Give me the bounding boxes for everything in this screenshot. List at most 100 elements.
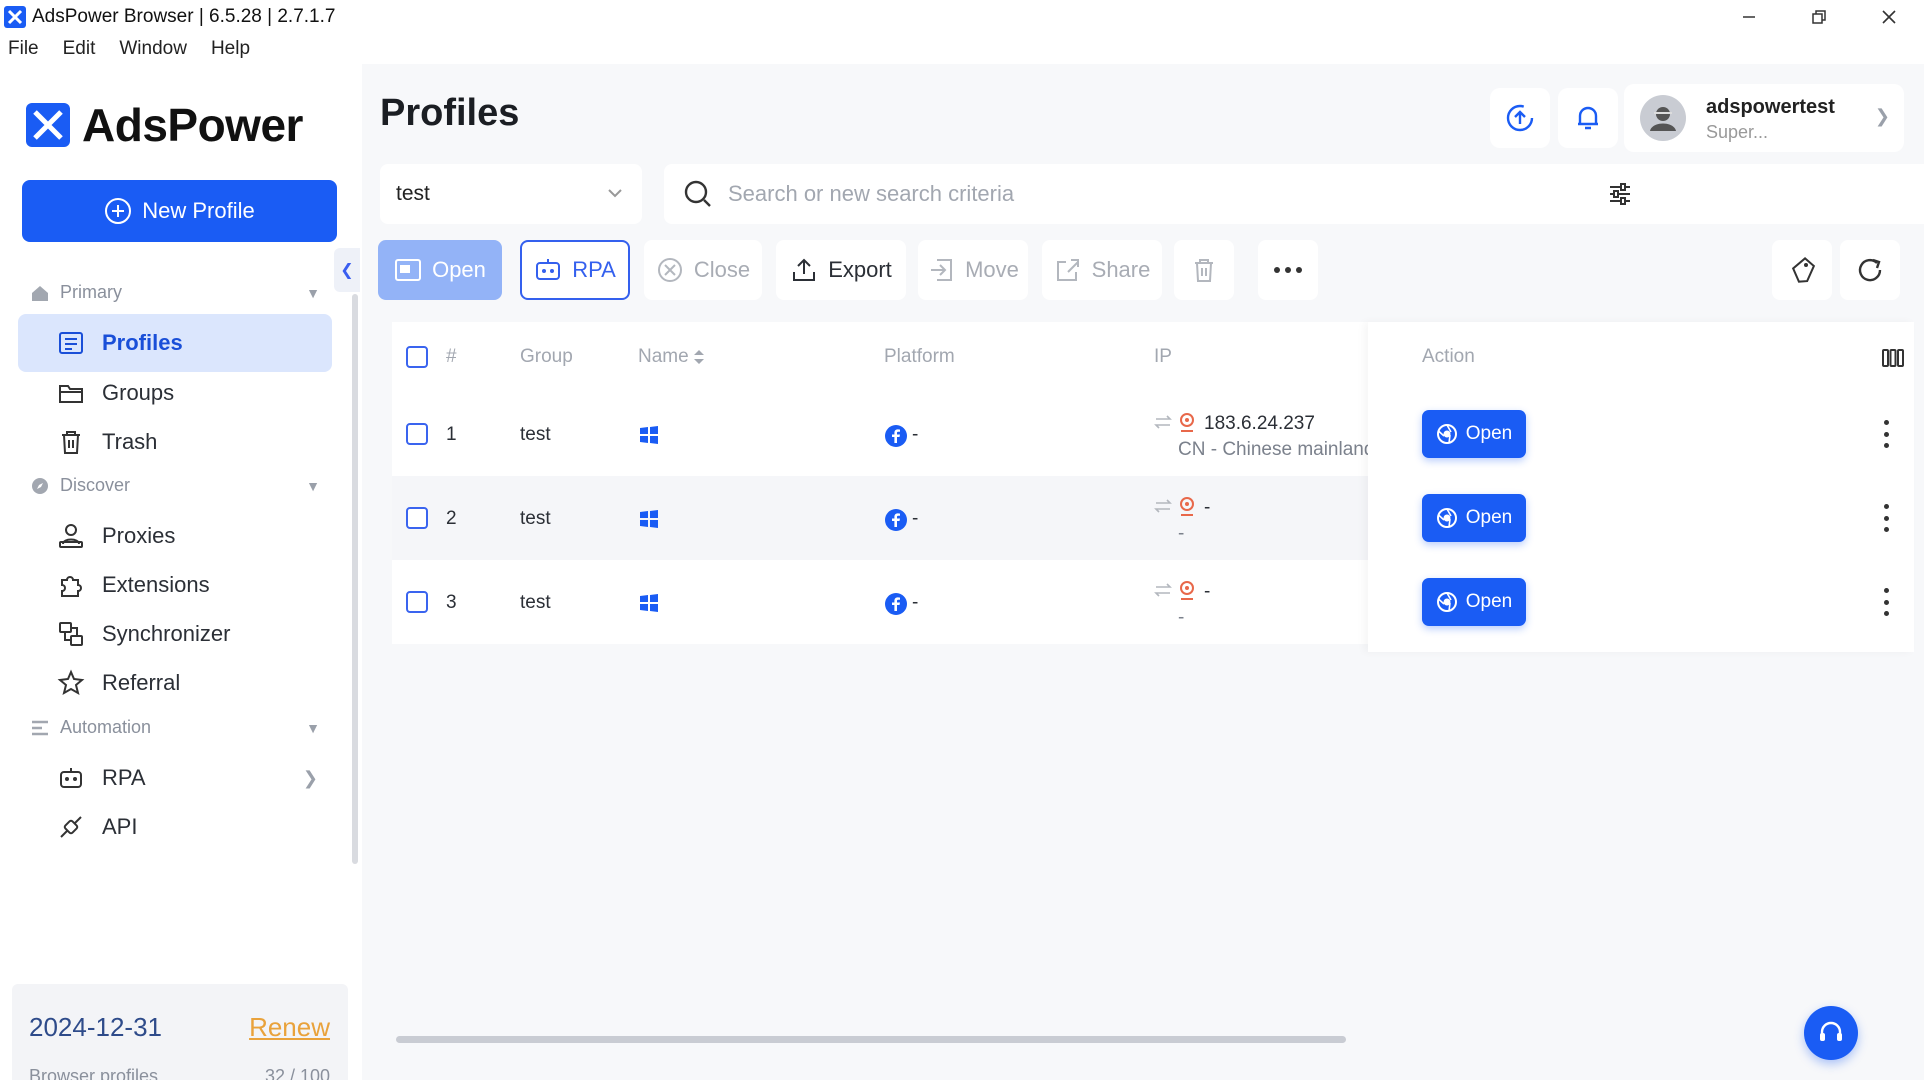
row-platform-text: - [912,424,919,445]
bell-icon [1578,106,1598,130]
move-button[interactable]: Move [918,240,1028,300]
bulk-open-button[interactable]: Open [378,240,502,300]
sidebar-item-api[interactable]: API [18,798,332,856]
close-window-button[interactable] [1854,0,1924,34]
browser-profiles-label: Browser profiles [29,1066,159,1080]
menu-bar: File Edit Window Help [0,34,266,64]
subscription-card: 2024-12-31 Renew Browser profiles 32 / 1… [12,984,348,1080]
row-open-label: Open [1465,507,1513,528]
minimize-button[interactable] [1714,0,1784,34]
menu-help[interactable]: Help [211,38,250,60]
column-header-name[interactable]: Name [638,346,689,368]
more-actions-button[interactable] [1258,240,1318,300]
sidebar-item-trash[interactable]: Trash [18,413,332,471]
sidebar-item-label: Trash [102,429,158,454]
window-title: AdsPower Browser | 6.5.28 | 2.7.1.7 [32,6,336,27]
refresh-icon [1858,258,1882,282]
restore-button[interactable] [1784,0,1854,34]
sidebar-item-label: RPA [102,765,146,790]
sidebar-item-label: Profiles [102,330,183,355]
cloud-sync-icon [1506,104,1534,132]
bulk-close-button[interactable]: Close [644,240,762,300]
close-circle-icon [657,258,682,282]
customer-support-button[interactable] [1804,1006,1858,1060]
app-logo-icon [4,6,26,28]
row-checkbox[interactable] [406,423,428,445]
tag-button[interactable] [1772,240,1832,300]
renew-link[interactable]: Renew [249,1012,330,1043]
filter-settings-icon[interactable] [1606,180,1634,208]
section-discover[interactable]: Discover ▼ [30,475,320,496]
row-more-button[interactable] [1876,500,1896,536]
swap-icon[interactable] [1154,498,1172,514]
columns-settings-icon[interactable] [1882,348,1904,368]
export-button[interactable]: Export [776,240,906,300]
trash-icon [56,427,86,457]
menu-window[interactable]: Window [119,38,187,60]
api-icon [56,812,86,842]
row-number: 2 [446,508,457,529]
chevron-down-icon [608,189,622,198]
facebook-icon [885,425,907,447]
minimize-icon [1743,16,1755,18]
sync-status-button[interactable] [1490,88,1550,148]
new-profile-label: New Profile [142,198,255,223]
row-open-button[interactable]: Open [1422,494,1526,542]
sidebar-item-label: Groups [102,380,175,405]
menu-edit[interactable]: Edit [63,38,96,60]
refresh-button[interactable] [1840,240,1900,300]
row-group: test [520,424,551,445]
section-label: Primary [60,282,122,302]
row-open-label: Open [1465,423,1513,444]
row-ip-address: - [1204,581,1211,602]
row-checkbox[interactable] [406,507,428,529]
row-ip-address: 183.6.24.237 [1204,413,1315,434]
expiry-date: 2024-12-31 [29,1012,162,1042]
row-more-button[interactable] [1876,416,1896,452]
share-icon [1056,259,1079,281]
menu-file[interactable]: File [8,38,39,60]
row-platform-text: - [912,592,919,613]
share-button[interactable]: Share [1042,240,1162,300]
user-role: Super... [1706,122,1769,142]
more-horizontal-icon [1274,267,1302,273]
search-icon [684,180,711,207]
select-all-checkbox[interactable] [406,346,428,368]
column-header-ip: IP [1154,346,1172,367]
restore-icon [1812,10,1826,24]
row-open-button[interactable]: Open [1422,410,1526,458]
page-title: Profiles [380,92,520,134]
delete-button[interactable] [1174,240,1234,300]
export-icon [793,258,816,281]
collapse-sidebar-button[interactable]: ❮ [334,248,360,292]
notifications-button[interactable] [1558,88,1618,148]
row-more-button[interactable] [1876,584,1896,620]
column-header-group[interactable]: Group [520,346,573,368]
table-horizontal-scrollbar[interactable] [396,1036,1346,1043]
location-pin-icon [1180,413,1194,432]
brand-name: AdsPower [82,99,303,151]
sidebar-item-referral[interactable]: Referral [18,654,332,712]
sort-icon[interactable] [692,348,706,366]
search-input[interactable] [728,181,1708,207]
move-label: Move [965,257,1019,282]
row-ip-location: - [1178,523,1185,544]
new-profile-button[interactable]: New Profile [22,180,337,242]
row-number: 1 [446,424,457,445]
row-open-button[interactable]: Open [1422,578,1526,626]
user-name: adspowertest [1706,96,1835,118]
group-select[interactable]: test [380,164,642,224]
bulk-open-label: Open [432,257,486,282]
row-checkbox[interactable] [406,591,428,613]
close-icon [1882,10,1896,24]
rpa-button[interactable]: RPA [520,240,630,300]
swap-icon[interactable] [1154,582,1172,598]
sidebar-scrollbar[interactable] [352,294,358,864]
swap-icon[interactable] [1154,414,1172,430]
section-primary[interactable]: Primary ▼ [30,282,320,303]
user-account-card[interactable]: adspowertest Super... ❯ [1624,84,1904,152]
sidebar-item-label: API [102,814,138,839]
chevron-down-icon: ▼ [306,477,320,494]
chevron-down-icon: ▼ [306,284,320,301]
section-automation[interactable]: Automation ▼ [30,717,320,738]
